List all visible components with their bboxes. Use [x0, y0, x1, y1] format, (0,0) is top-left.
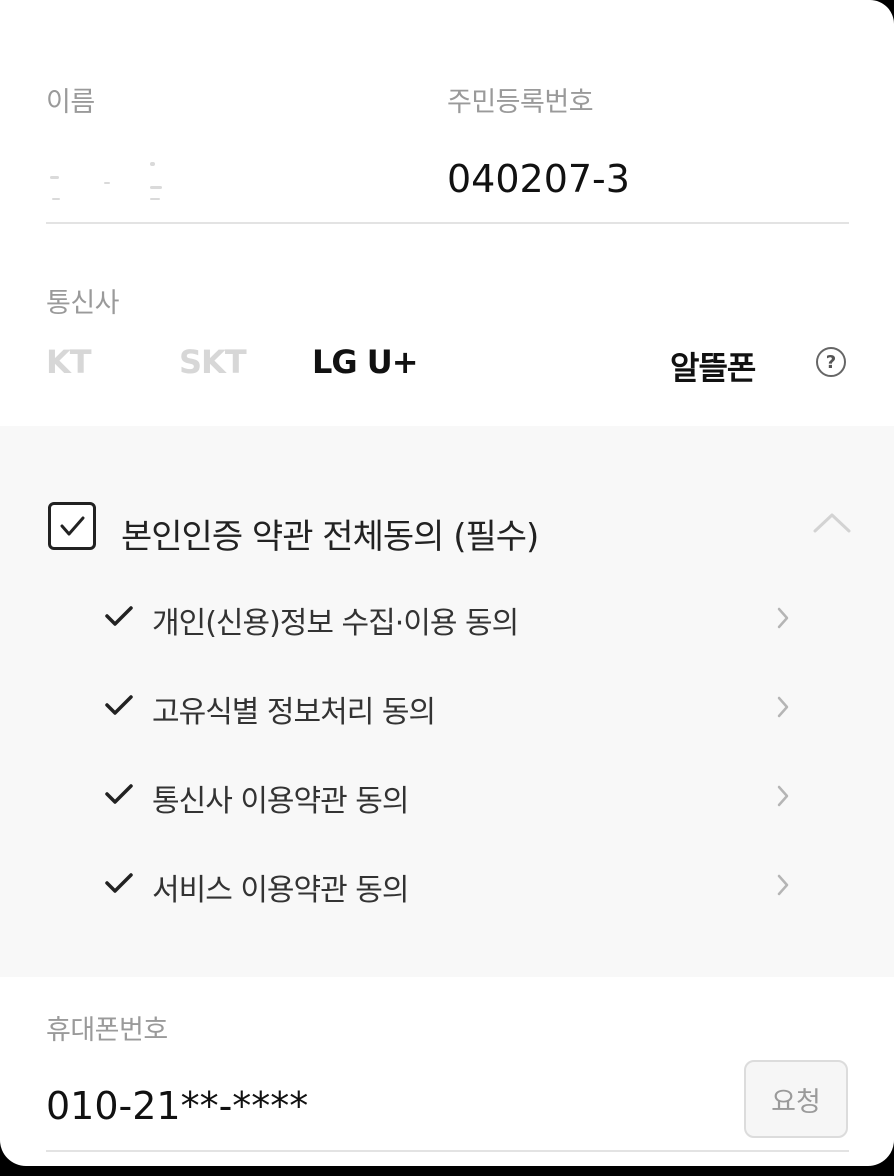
check-icon	[60, 516, 85, 536]
check-icon	[105, 784, 133, 804]
identity-verification-sheet: 이름 주민등록번호 040207-3 통신사 KT SKT LG U+ 알뜰폰 …	[0, 0, 894, 1166]
check-icon	[105, 606, 133, 626]
term-item-carrier-terms[interactable]: 통신사 이용약관 동의	[104, 770, 804, 820]
carrier-option-mvno[interactable]: 알뜰폰	[670, 343, 756, 389]
carrier-label: 통신사	[46, 288, 120, 319]
check-icon	[105, 695, 133, 715]
term-item-label: 고유식별 정보처리 동의	[152, 695, 436, 730]
chevron-right-icon[interactable]	[776, 606, 790, 630]
agree-all-checkbox[interactable]	[48, 502, 96, 550]
carrier-option-skt[interactable]: SKT	[179, 343, 247, 381]
top-field-divider	[46, 222, 849, 224]
term-item-service-terms[interactable]: 서비스 이용약관 동의	[104, 859, 804, 909]
phone-field-divider	[46, 1150, 849, 1152]
term-item-personal-info[interactable]: 개인(신용)정보 수집·이용 동의	[104, 592, 804, 642]
chevron-up-icon[interactable]	[812, 510, 852, 538]
rrn-label: 주민등록번호	[447, 87, 594, 118]
request-button[interactable]: 요청	[744, 1060, 848, 1138]
term-item-unique-id[interactable]: 고유식별 정보처리 동의	[104, 681, 804, 731]
chevron-right-icon[interactable]	[776, 784, 790, 808]
name-label: 이름	[46, 87, 95, 118]
term-item-label: 통신사 이용약관 동의	[152, 784, 409, 819]
phone-label: 휴대폰번호	[46, 1015, 168, 1046]
term-item-label: 서비스 이용약관 동의	[152, 873, 409, 908]
carrier-option-kt[interactable]: KT	[46, 343, 92, 381]
term-item-label: 개인(신용)정보 수집·이용 동의	[152, 606, 519, 641]
name-field-masked[interactable]	[46, 158, 170, 202]
phone-input[interactable]: 010-21**-****	[46, 1084, 308, 1128]
check-icon	[105, 873, 133, 893]
chevron-right-icon[interactable]	[776, 695, 790, 719]
rrn-input[interactable]: 040207-3	[447, 157, 630, 201]
chevron-right-icon[interactable]	[776, 873, 790, 897]
agree-all-label[interactable]: 본인인증 약관 전체동의 (필수)	[121, 509, 539, 558]
question-circle-icon[interactable]: ?	[816, 347, 846, 377]
carrier-option-lgu[interactable]: LG U+	[312, 343, 419, 381]
